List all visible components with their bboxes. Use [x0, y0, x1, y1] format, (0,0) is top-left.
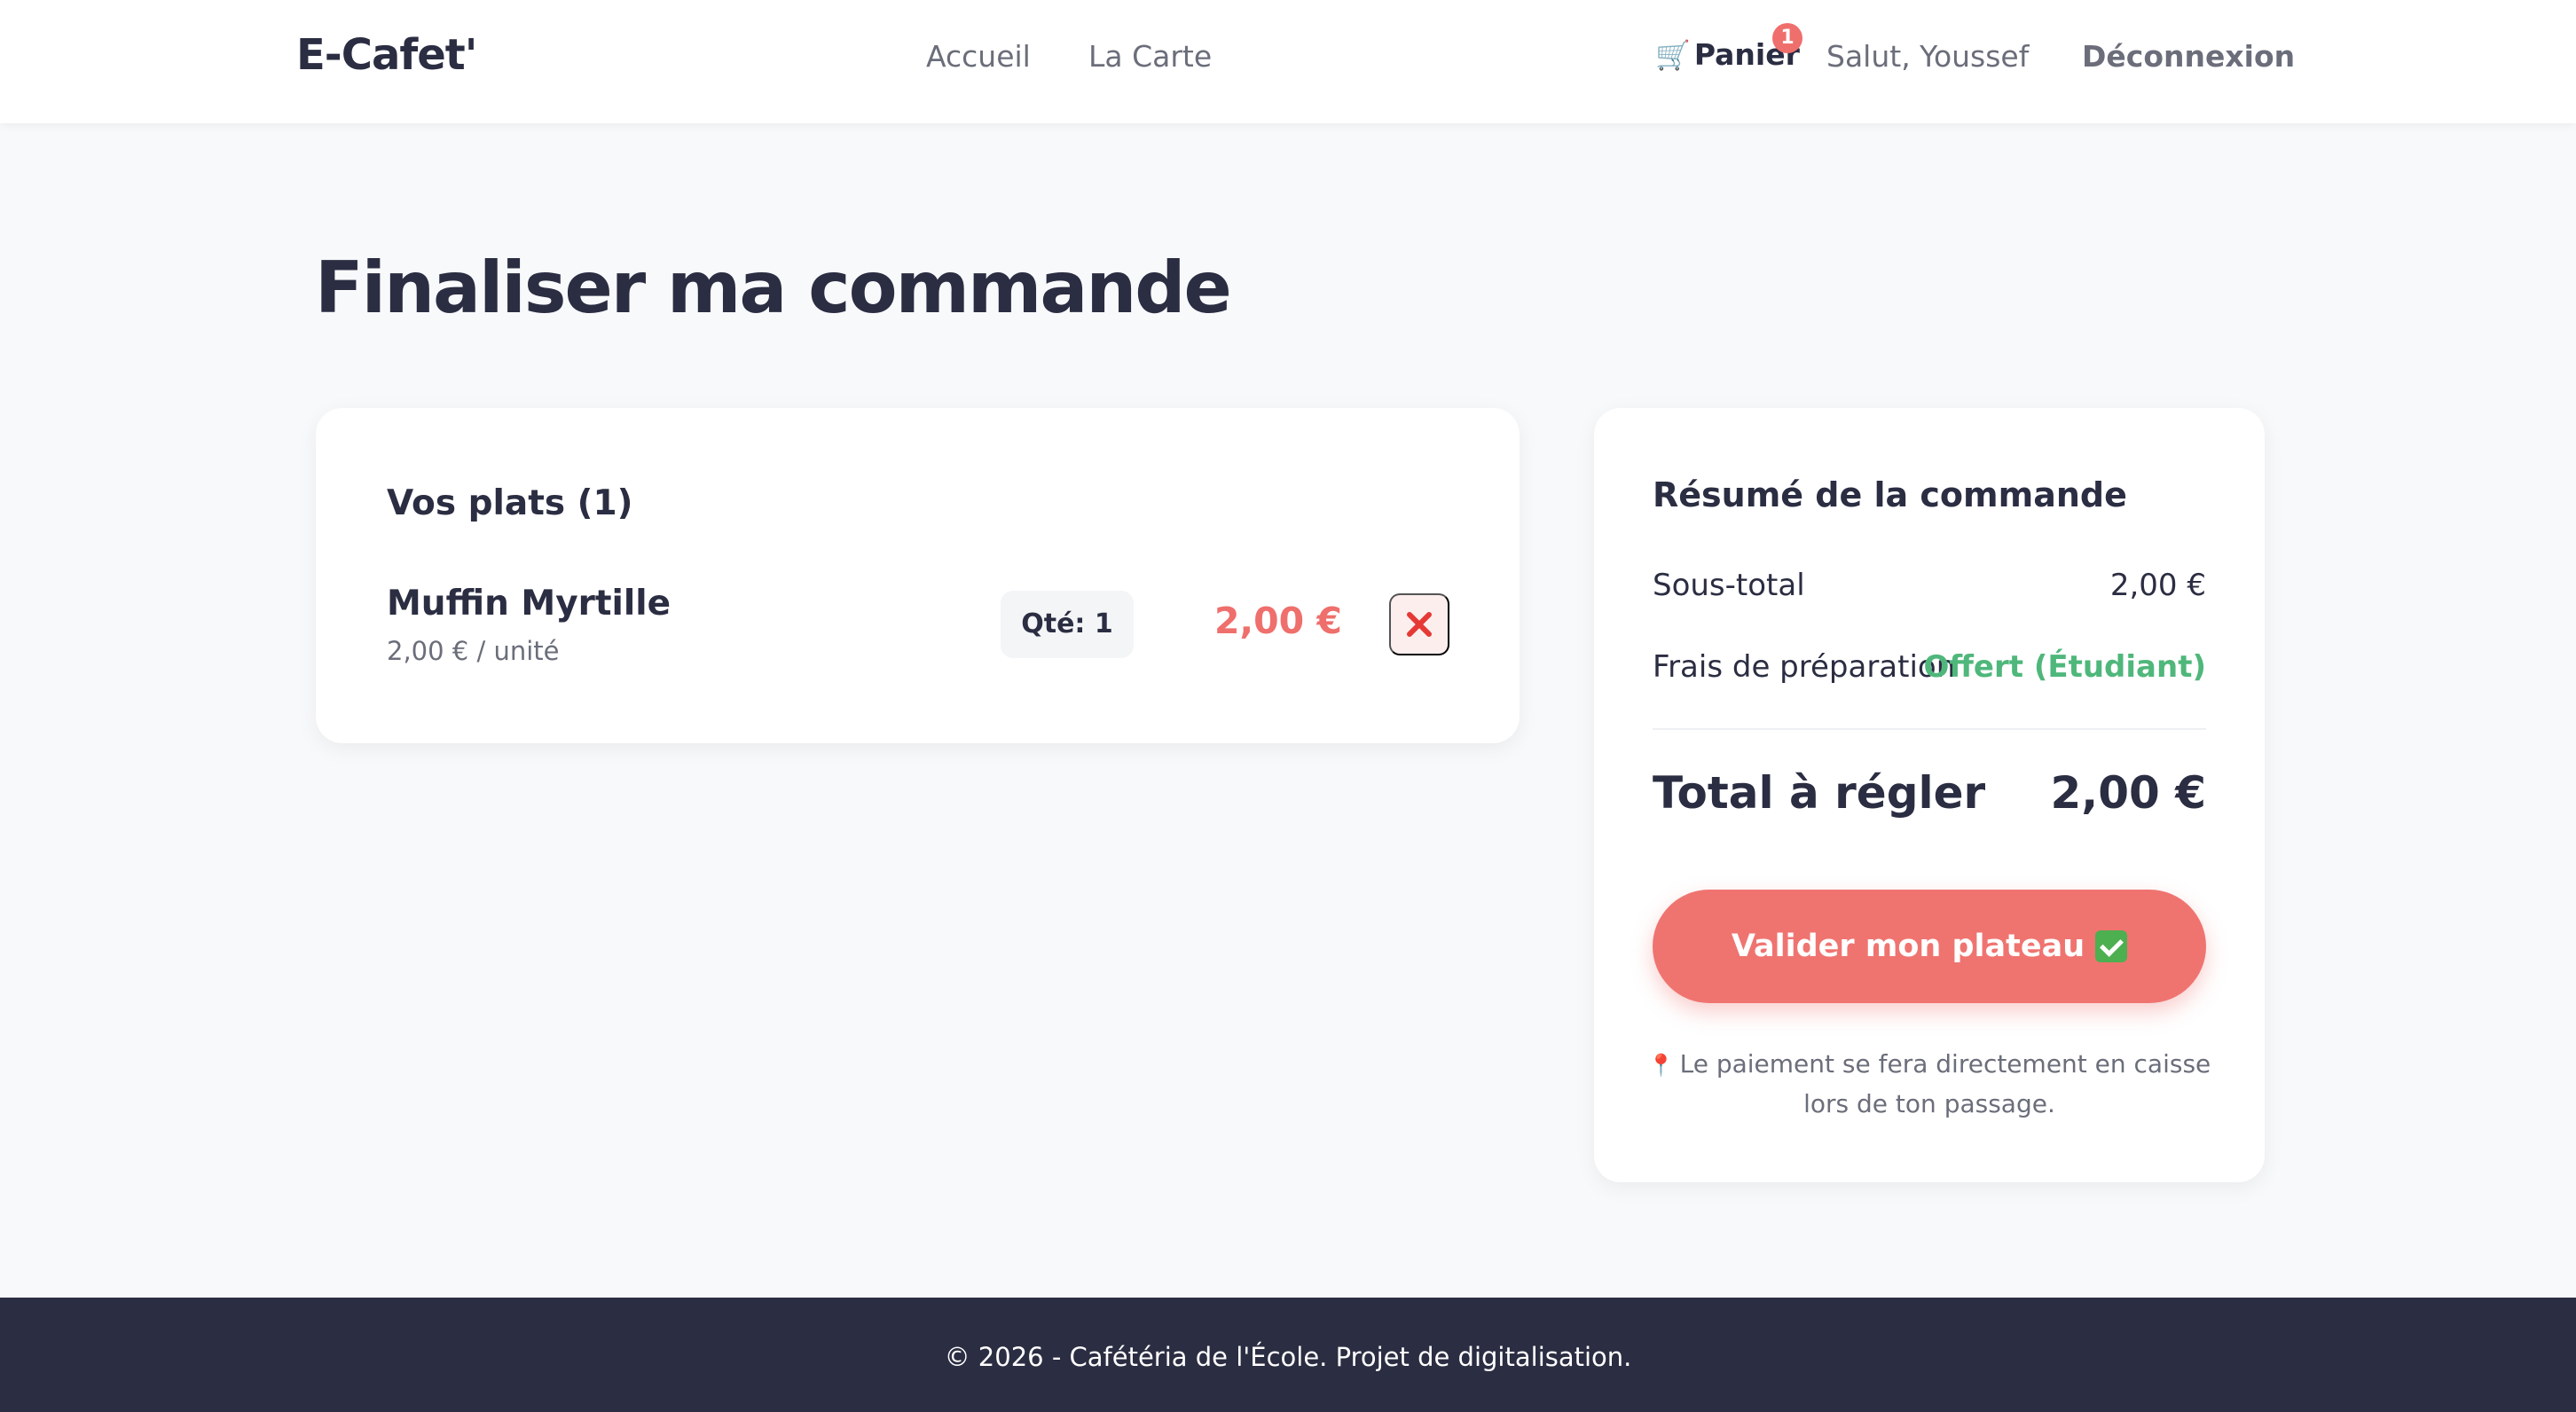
item-name: Muffin Myrtille [387, 584, 671, 624]
payment-note: 📍 Le paiement se fera directement en cais… [1644, 1045, 2215, 1123]
preparation-fee-label: Frais de préparation [1653, 649, 1956, 685]
cart-count-badge: 1 [1772, 23, 1802, 53]
items-section-title: Vos plats (1) [387, 483, 633, 523]
item-quantity: Qté: 1 [1001, 591, 1134, 658]
total-value: 2,00 € [2050, 767, 2206, 819]
site-logo[interactable]: E-Cafet' [296, 30, 477, 80]
nav-link-menu[interactable]: La Carte [1088, 39, 1212, 74]
summary-title: Résumé de la commande [1653, 475, 2127, 514]
subtotal-label: Sous-total [1653, 568, 1805, 603]
user-greeting: Salut, Youssef [1826, 39, 2030, 74]
cart-icon: 🛒 [1655, 38, 1691, 72]
cart-items-card: Vos plats (1) Muffin Myrtille 2,00 € / u… [316, 408, 1520, 743]
nav-link-home[interactable]: Accueil [926, 39, 1031, 74]
top-navbar: E-Cafet' Accueil La Carte 🛒 Panier 1 Salu… [0, 0, 2576, 123]
validate-order-label: Valider mon plateau [1731, 929, 2085, 964]
footer-text: © 2026 - Cafétéria de l'École. Projet de… [944, 1342, 1632, 1372]
pin-icon: 📍 [1647, 1053, 1675, 1078]
page-footer: © 2026 - Cafétéria de l'École. Projet de… [0, 1298, 2576, 1412]
check-icon [2095, 930, 2128, 962]
preparation-fee-value: Offert (Étudiant) [1923, 649, 2206, 685]
payment-note-text: Le paiement se fera directement en caiss… [1679, 1049, 2211, 1118]
total-label: Total à régler [1653, 767, 1986, 819]
close-icon [1407, 612, 1432, 637]
subtotal-value: 2,00 € [2109, 568, 2206, 603]
remove-item-button[interactable] [1389, 593, 1449, 655]
page-title: Finaliser ma commande [315, 247, 1232, 329]
summary-divider [1653, 728, 2206, 730]
order-summary-card: Résumé de la commande Sous-total 2,00 € … [1594, 408, 2265, 1182]
validate-order-button[interactable]: Valider mon plateau [1653, 890, 2206, 1003]
item-unit-price: 2,00 € / unité [387, 636, 560, 666]
item-total-price: 2,00 € [1214, 600, 1342, 642]
logout-link[interactable]: Déconnexion [2082, 39, 2295, 74]
